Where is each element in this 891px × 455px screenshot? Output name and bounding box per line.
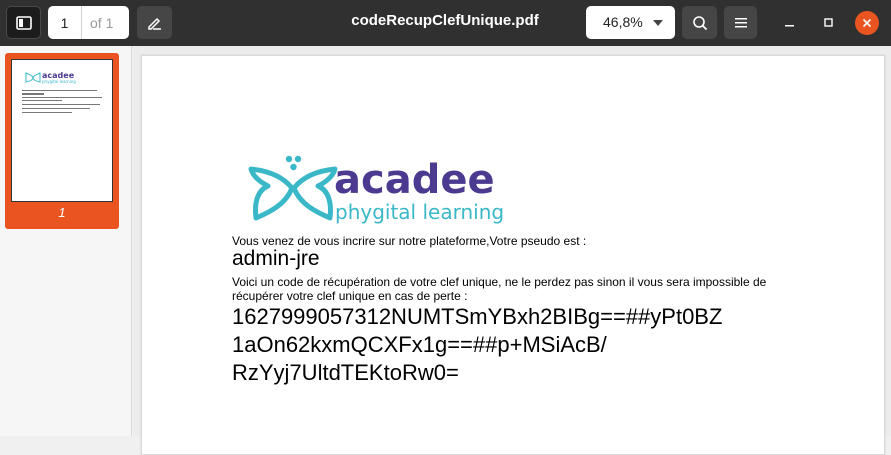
page-thumbnail[interactable]: acadee phygital learning 1: [5, 53, 119, 229]
svg-text:phygital learning: phygital learning: [42, 79, 76, 84]
thumbnail-line: [22, 112, 72, 113]
page-number-input[interactable]: 1: [48, 15, 81, 31]
chevron-down-icon: [653, 20, 663, 26]
sidebar-toggle-button[interactable]: [6, 6, 41, 39]
header-bar: 1 of 1 codeRecupClefUnique.pdf 46,8%: [0, 0, 891, 46]
recovery-code-line1: 1627999057312NUMTSmYBxh2BIBg==##yPt0BZ: [232, 304, 723, 329]
intro-text: Vous venez de vous incrire sur notre pla…: [232, 234, 587, 248]
thumbnail-line: [22, 100, 62, 101]
annotate-button[interactable]: [137, 6, 172, 39]
logo-brand-text: acadee: [334, 157, 495, 203]
menu-button[interactable]: [724, 6, 757, 39]
zoom-value: 46,8%: [603, 14, 643, 30]
pdf-page: acadee phygital learning Vous venez de v…: [141, 55, 885, 455]
thumbnail-logo: acadee phygital learning: [25, 71, 76, 84]
pencil-icon: [147, 17, 161, 30]
search-button[interactable]: [682, 6, 717, 39]
thumbnail-line: [22, 104, 100, 105]
recovery-code-line2: 1aOn62kxmQCXFx1g==##p+MSiAcB/: [232, 332, 607, 357]
info-text-line1: Voici un code de récupération de votre c…: [232, 275, 767, 289]
search-icon: [692, 15, 707, 30]
thumbnail-line: [22, 93, 44, 95]
zoom-selector[interactable]: 46,8%: [586, 6, 675, 39]
close-button[interactable]: [855, 11, 879, 35]
thumbnail-line: [22, 108, 90, 109]
hamburger-icon: [734, 17, 747, 27]
page-total-label: of 1: [90, 14, 114, 31]
sidebar-icon: [15, 15, 32, 30]
acadee-logo: acadee phygital learning: [248, 155, 504, 224]
thumbnail-preview: acadee phygital learning: [11, 59, 113, 202]
info-text-line2: récupérer votre clef unique en cas de pe…: [232, 289, 468, 303]
thumbnail-page-label: 1: [58, 205, 66, 220]
thumbnail-line: [22, 90, 97, 91]
thumbnail-sidebar: acadee phygital learning 1: [0, 46, 132, 436]
maximize-icon: [824, 18, 833, 27]
minimize-icon: [785, 25, 794, 27]
minimize-button[interactable]: [778, 11, 802, 35]
thumbnail-line: [22, 97, 102, 98]
document-title: codeRecupClefUnique.pdf: [351, 12, 539, 29]
recovery-code-line3: RzYyj7UltdTEKtoRw0=: [232, 360, 459, 385]
pseudo-text: admin-jre: [232, 247, 320, 270]
maximize-button[interactable]: [817, 11, 841, 35]
close-icon: [862, 18, 872, 28]
page-selector: 1 of 1: [48, 6, 129, 39]
logo-tagline-text: phygital learning: [335, 200, 504, 224]
document-viewport[interactable]: acadee phygital learning Vous venez de v…: [133, 46, 891, 455]
